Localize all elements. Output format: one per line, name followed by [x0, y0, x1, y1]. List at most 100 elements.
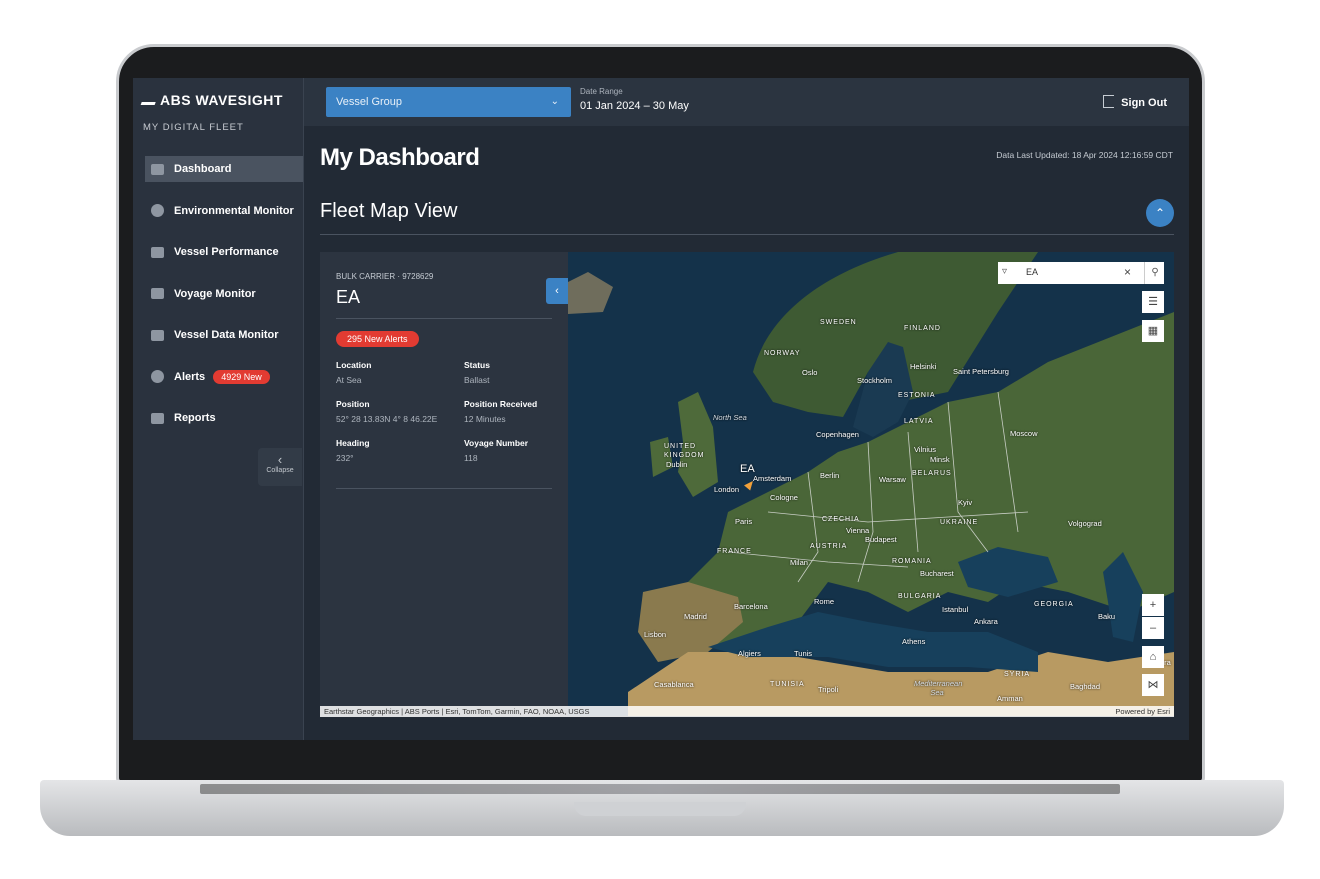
chevron-left-icon: ‹	[555, 285, 559, 297]
voyage-icon	[151, 288, 164, 299]
sidebar-item-label: Environmental Monitor	[174, 204, 294, 217]
map-label-belarus: BELARUS	[912, 470, 952, 477]
map-label-tunis: Tunis	[794, 649, 813, 658]
sidebar-item-label: Vessel Data Monitor	[174, 329, 279, 341]
panel-divider	[336, 318, 552, 319]
brand-name: ABS WAVESIGHT	[160, 92, 283, 108]
map-search-input[interactable]	[1026, 267, 1116, 277]
chevron-down-icon: ⌄	[550, 96, 559, 107]
sidebar-item-environmental-monitor[interactable]: Environmental Monitor	[145, 198, 303, 224]
section-divider	[320, 234, 1174, 235]
map-label-tunisia: TUNISIA	[770, 681, 805, 688]
map-label-rome: Rome	[814, 597, 835, 606]
field-label: Voyage Number	[464, 438, 529, 448]
section-collapse-button[interactable]: ⌃	[1146, 199, 1174, 227]
minus-icon: –	[1149, 622, 1157, 634]
map-label-baghdad: Baghdad	[1070, 682, 1101, 691]
map-label-mediterranean-sea: Mediterranean Sea	[914, 679, 963, 697]
fleet-map[interactable]: SWEDEN FINLAND NORWAY Oslo Stockholm Hel…	[568, 252, 1174, 716]
panel-toggle-button[interactable]: ‹	[546, 278, 568, 304]
map-label-dublin: Dublin	[666, 460, 688, 469]
field-label: Location	[336, 360, 372, 370]
sidebar-item-reports[interactable]: Reports	[145, 405, 303, 431]
search-icon[interactable]: ⚲	[1144, 262, 1165, 284]
map-label-madrid: Madrid	[684, 612, 707, 621]
field-value: Ballast	[464, 375, 490, 385]
clear-icon[interactable]: ×	[1124, 265, 1131, 279]
map-label-latvia: LATVIA	[904, 418, 934, 425]
map-label-paris: Paris	[735, 517, 753, 526]
vessel-type: BULK CARRIER · 9728629	[336, 272, 434, 281]
home-button[interactable]: ⌂	[1142, 646, 1164, 668]
map-label-cologne: Cologne	[770, 493, 798, 502]
map-label-estonia: ESTONIA	[898, 392, 936, 399]
field-value: 118	[464, 453, 478, 463]
fullscreen-button[interactable]: ⋈	[1142, 674, 1164, 696]
map-label-copenhagen: Copenhagen	[816, 430, 859, 439]
sidebar-item-label: Reports	[174, 412, 216, 424]
home-icon: ⌂	[1149, 651, 1157, 663]
field-value: At Sea	[336, 375, 362, 385]
cloud-icon	[151, 204, 164, 217]
filter-icon[interactable]: ▿	[1002, 266, 1007, 277]
page-title: My Dashboard	[320, 144, 480, 171]
field-value: 232°	[336, 453, 354, 463]
expand-icon: ⋈	[1147, 679, 1159, 691]
sidebar: ABS WAVESIGHT MY DIGITAL FLEET Dashboard…	[133, 78, 304, 740]
attribution-text[interactable]: Earthstar Geographics | ABS Ports | Esri…	[324, 706, 590, 717]
sidebar-item-vessel-performance[interactable]: Vessel Performance	[145, 239, 303, 265]
app-screen: ABS WAVESIGHT MY DIGITAL FLEET Dashboard…	[133, 78, 1189, 740]
map-label-france: FRANCE	[717, 548, 752, 555]
vessel-group-select[interactable]: Vessel Group ⌄	[326, 87, 571, 117]
vessel-info-panel: BULK CARRIER · 9728629 EA 295 New Alerts…	[320, 252, 568, 716]
keyboard-strip	[200, 784, 1120, 794]
sidebar-item-label: Dashboard	[174, 163, 232, 175]
sign-out-button[interactable]: Sign Out	[1103, 95, 1167, 109]
map-label-amman: Amman	[997, 694, 1023, 703]
zoom-out-button[interactable]: –	[1142, 617, 1164, 639]
performance-icon	[151, 246, 164, 258]
date-range-value[interactable]: 01 Jan 2024 – 30 May	[580, 100, 689, 112]
vessel-alerts-badge[interactable]: 295 New Alerts	[336, 331, 419, 347]
map-label-kyiv: Kyiv	[958, 498, 973, 507]
chevron-up-icon: ⌃	[1154, 206, 1166, 220]
sidebar-item-dashboard[interactable]: Dashboard	[145, 156, 303, 182]
sidebar-item-voyage-monitor[interactable]: Voyage Monitor	[145, 281, 303, 307]
map-label-volgograd: Volgograd	[1068, 519, 1102, 528]
map-label-tripoli: Tripoli	[818, 685, 839, 694]
map-search-bar: ▿ × ⚲	[998, 262, 1164, 284]
collapse-label: Collapse	[266, 467, 294, 474]
map-label-baku: Baku	[1098, 612, 1116, 621]
powered-by-esri[interactable]: Powered by Esri	[1115, 706, 1170, 717]
sidebar-item-label: Alerts	[174, 370, 206, 383]
map-label-budapest: Budapest	[865, 535, 897, 544]
collapse-button[interactable]: ‹ Collapse	[258, 448, 302, 486]
map-label-istanbul: Istanbul	[942, 605, 969, 614]
chevron-left-icon: ‹	[277, 452, 283, 467]
sign-out-label: Sign Out	[1121, 97, 1167, 109]
field-label: Position	[336, 399, 370, 409]
field-value: 12 Minutes	[464, 414, 506, 424]
map-label-minsk: Minsk	[930, 455, 950, 464]
qr-button[interactable]: ▦	[1142, 320, 1164, 342]
sidebar-item-alerts[interactable]: Alerts 4929 New	[145, 364, 303, 390]
layers-icon: ☰	[1148, 296, 1158, 308]
map-label-vilnius: Vilnius	[914, 445, 936, 454]
sidebar-item-vessel-data-monitor[interactable]: Vessel Data Monitor	[145, 322, 303, 348]
map-label-norway: NORWAY	[764, 350, 801, 357]
map-label-stockholm: Stockholm	[857, 376, 893, 385]
map-label-moscow: Moscow	[1010, 429, 1038, 438]
brand-subtitle: MY DIGITAL FLEET	[143, 122, 244, 133]
field-label: Position Received	[464, 399, 538, 409]
zoom-in-button[interactable]: +	[1142, 594, 1164, 616]
map-label-oslo: Oslo	[802, 368, 818, 377]
map-label-sweden: SWEDEN	[820, 319, 857, 326]
brand-logo[interactable]: ABS WAVESIGHT	[140, 92, 283, 108]
map-label-georgia: GEORGIA	[1034, 601, 1074, 608]
layers-button[interactable]: ☰	[1142, 291, 1164, 313]
map-label-austria: AUSTRIA	[810, 543, 848, 550]
sidebar-item-label: Vessel Performance	[174, 246, 279, 258]
map-label-barcelona: Barcelona	[734, 602, 768, 611]
field-value: 52° 28 13.83N 4° 8 46.22E	[336, 414, 438, 424]
vessel-group-value: Vessel Group	[336, 96, 403, 108]
